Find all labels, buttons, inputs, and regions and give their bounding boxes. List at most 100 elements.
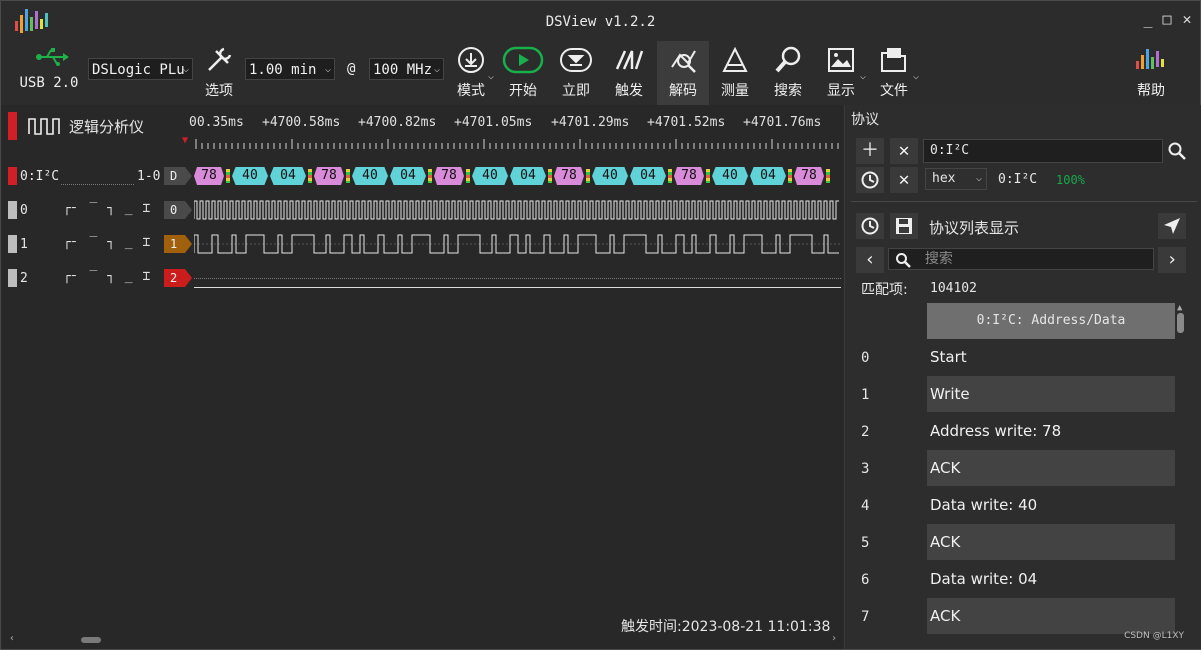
vertical-scroll-thumb[interactable] [1177, 313, 1184, 333]
decoded-byte[interactable]: 78 [794, 167, 824, 185]
list-search-input[interactable]: 搜索 [888, 248, 1154, 270]
decoded-byte[interactable]: 04 [390, 167, 426, 185]
channel-2-waveform [194, 287, 841, 288]
protocol-row[interactable]: ACK [927, 598, 1175, 634]
channel-2-midline [194, 278, 841, 279]
list-settings-button[interactable] [856, 213, 884, 239]
device-value: DSLogic PLu [92, 62, 185, 78]
decoded-byte[interactable]: 40 [712, 167, 748, 185]
decoded-byte[interactable]: 04 [750, 167, 786, 185]
start-button[interactable]: 开始 [499, 45, 547, 100]
jump-button[interactable] [1158, 213, 1186, 239]
decoded-byte[interactable]: 78 [554, 167, 584, 185]
search-icon[interactable] [1167, 141, 1187, 161]
row-index: 1 [861, 387, 870, 403]
protocol-header: 协议 [851, 112, 879, 128]
minimize-button[interactable]: _ [1139, 10, 1157, 28]
wrench-icon [195, 45, 243, 75]
channel-1-waveform [194, 234, 841, 254]
protocol-row[interactable]: Data write: 04 [927, 561, 1175, 597]
scroll-right-icon[interactable]: › [831, 633, 837, 644]
time-ruler[interactable]: 00.35ms +4700.58ms +4700.82ms +4701.05ms… [189, 109, 841, 154]
format-select[interactable]: hex ⌵ [925, 168, 987, 190]
settings-icon [861, 217, 879, 235]
ruler-tick-label: +4700.58ms [262, 115, 341, 130]
protocol-row[interactable]: Address write: 78 [927, 413, 1175, 449]
channel-0-trigger-options[interactable]: ┌╴ ‾ ┐ _ ⌶ [63, 201, 151, 216]
channel-2-name: 2 [20, 271, 28, 286]
delete-decoder-button[interactable]: ✕ [890, 167, 918, 193]
trigger-button[interactable]: 触发 [605, 45, 653, 100]
protocol-row[interactable]: Write [927, 376, 1175, 412]
remove-decoder-button[interactable]: ✕ [890, 138, 918, 164]
trigger-time: 触发时间:2023-08-21 11:01:38 [621, 619, 831, 635]
protocol-row[interactable]: ACK [927, 450, 1175, 486]
options-label: 选项 [205, 83, 233, 99]
decoded-byte[interactable]: 04 [630, 167, 666, 185]
display-button[interactable]: 显示 [817, 45, 865, 100]
samplerate-select[interactable]: 100 MHz ⌵ [369, 58, 444, 80]
decoded-byte[interactable]: 40 [352, 167, 388, 185]
channel-0-name: 0 [20, 203, 28, 218]
next-match-button[interactable]: › [1158, 247, 1186, 273]
column-header[interactable]: 0:I²C: Address/Data [927, 303, 1175, 339]
decoded-byte[interactable]: 40 [232, 167, 268, 185]
protocol-row[interactable]: Start [927, 339, 1175, 375]
file-button[interactable]: 文件 [870, 45, 918, 100]
toolbar: USB 2.0 DSLogic PLu ⌵ 选项 1.00 min ⌵ @ 10… [1, 41, 1200, 107]
mode-dropdown-icon[interactable]: ⌵ [488, 71, 494, 82]
decode-button[interactable]: 解码 [657, 41, 709, 107]
chevron-down-icon: ⌵ [324, 64, 331, 75]
measure-button[interactable]: 测量 [711, 45, 759, 100]
decoded-byte[interactable]: 78 [434, 167, 464, 185]
scroll-up-icon[interactable]: ▲ [1177, 303, 1182, 313]
analyzer-label: 逻辑分析仪 [69, 118, 145, 136]
start-stop-marker [346, 169, 350, 183]
scroll-left-icon[interactable]: ‹ [9, 633, 15, 644]
protocol-row[interactable]: ACK [927, 524, 1175, 560]
instant-icon [552, 45, 600, 75]
channel-0-marker [8, 201, 17, 219]
horizontal-scroll-thumb[interactable] [81, 637, 101, 643]
device-select[interactable]: DSLogic PLu ⌵ [88, 58, 193, 80]
decoder-row-divider [61, 184, 134, 185]
ruler-tick-label: +4701.29ms [551, 115, 630, 130]
close-button[interactable]: ✕ [1178, 10, 1196, 28]
protocol-row[interactable]: Data write: 40 [927, 487, 1175, 523]
decoded-byte[interactable]: 78 [194, 167, 224, 185]
duration-select[interactable]: 1.00 min ⌵ [245, 58, 335, 80]
prev-match-button[interactable]: ‹ [856, 247, 884, 273]
trigger-label: 触发 [615, 83, 643, 99]
search-button[interactable]: 搜索 [764, 45, 812, 100]
chevron-left-icon: ‹ [864, 249, 876, 270]
app-window: DSView v1.2.2 _ □ ✕ USB 2.0 DSLogic PLu … [0, 0, 1201, 650]
save-list-button[interactable] [890, 213, 918, 239]
format-value: hex [932, 171, 956, 186]
instant-button[interactable]: 立即 [552, 45, 600, 100]
decoded-byte[interactable]: 78 [314, 167, 344, 185]
channel-1-trigger-options[interactable]: ┌╴ ‾ ┐ _ ⌶ [63, 235, 151, 250]
decoded-byte[interactable]: 04 [270, 167, 306, 185]
help-button[interactable]: 帮助 [1127, 45, 1175, 100]
channel-2-trigger-options[interactable]: ┌╴ ‾ ┐ _ ⌶ [63, 269, 151, 284]
decoded-byte[interactable]: 04 [510, 167, 546, 185]
decoded-byte[interactable]: 40 [472, 167, 508, 185]
decoded-byte[interactable]: 40 [592, 167, 628, 185]
signal-panel [1, 105, 844, 649]
display-dropdown-icon[interactable]: ⌵ [860, 71, 866, 82]
decoder-select-field[interactable]: 0:I²C [923, 139, 1163, 163]
maximize-button[interactable]: □ [1158, 10, 1176, 28]
add-decoder-button[interactable]: ＋ [856, 138, 884, 164]
duration-value: 1.00 min [249, 62, 317, 78]
decoded-byte[interactable]: 78 [674, 167, 704, 185]
file-dropdown-icon[interactable]: ⌵ [913, 71, 919, 82]
row-index: 5 [861, 535, 870, 551]
plus-icon: ＋ [861, 140, 879, 161]
search-label: 搜索 [774, 83, 802, 99]
title-bar: DSView v1.2.2 _ □ ✕ [1, 1, 1200, 41]
trigger-icon [605, 45, 653, 75]
decode-strip[interactable]: 78 40 04 78 40 04 78 40 04 78 40 04 78 40 04 78 [194, 167, 841, 185]
decoder-settings-button[interactable] [856, 167, 884, 193]
match-label: 匹配项: [861, 282, 908, 298]
options-button[interactable]: 选项 [195, 45, 243, 100]
